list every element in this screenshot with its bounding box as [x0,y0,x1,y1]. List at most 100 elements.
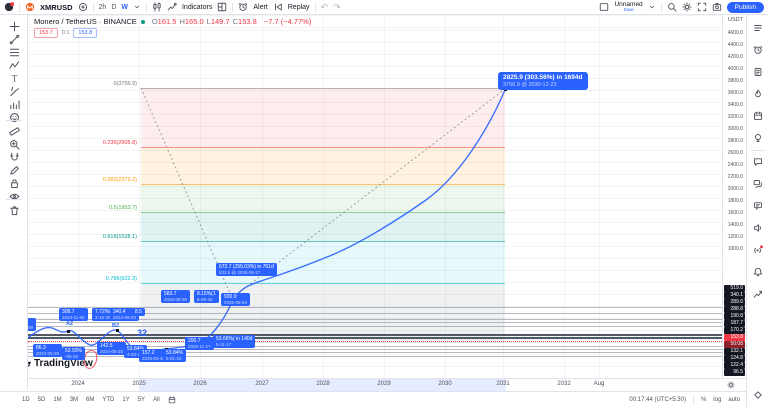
measure[interactable] [8,125,20,137]
emoji[interactable] [8,111,20,123]
search-icon[interactable] [667,2,677,12]
price-line[interactable] [28,326,722,327]
replay-button[interactable]: Replay [288,4,310,11]
live-streams[interactable] [752,244,764,256]
price-line[interactable] [28,337,722,339]
remove-drawings[interactable] [8,204,20,216]
range-button[interactable]: 1D [22,397,30,403]
chart-label[interactable]: 8.5 [132,308,145,316]
magnet[interactable] [8,151,20,163]
interval-button[interactable]: W [121,4,128,11]
hotlists[interactable] [752,88,764,100]
chart-label[interactable]: 53.93% -05-29 [62,347,85,360]
fib-level-line[interactable] [141,212,505,213]
calendar[interactable] [752,110,764,122]
symbol-title[interactable]: Monero / TetherUS · BINANCE [34,17,137,26]
pivot-marker[interactable] [116,329,119,332]
chart-label[interactable]: 308.7 2023-11-06 [59,308,88,321]
wave-label[interactable]: A2 [66,321,73,327]
chart-label[interactable]: 8.15%(1 5-09-30 [194,290,219,303]
chart-label[interactable]: 200.7 2025-11-17 [185,337,214,350]
ideas[interactable] [752,132,764,144]
buy-button[interactable]: 153.8 [73,28,97,38]
chat[interactable] [752,156,764,168]
log-scale-button[interactable]: log [713,397,721,403]
forecast[interactable] [8,98,20,110]
sell-button[interactable]: 153.7 [34,28,58,38]
hide-drawings[interactable] [8,190,20,202]
trend-line[interactable] [8,33,20,45]
lock-drawings[interactable] [8,177,20,189]
undo-button[interactable]: ↶ [321,3,329,12]
interval-button[interactable]: 2h [99,4,107,11]
range-button[interactable]: 5D [38,397,46,403]
price-line[interactable] [28,341,722,342]
range-button[interactable]: YTD [102,397,114,403]
compare-add-icon[interactable] [78,2,88,12]
layout-select-icon[interactable] [599,2,609,12]
wave-label[interactable]: B2 [112,323,119,329]
draw[interactable] [8,164,20,176]
range-button[interactable]: 6M [86,397,94,403]
fib-level-line[interactable] [141,283,505,284]
publish-button[interactable]: Publish [727,2,764,13]
drawing-tool[interactable] [6,199,22,200]
symbol-search-button[interactable]: XMRUSD [40,3,73,12]
alerts[interactable] [752,44,764,56]
fib-level-line[interactable] [141,241,505,242]
range-button[interactable]: 1M [53,397,61,403]
chart-style-icon[interactable] [152,2,162,12]
pivot-marker[interactable] [67,330,70,333]
crosshair[interactable] [8,20,20,32]
zoom-in[interactable] [8,138,20,150]
screenshot-camera-icon[interactable] [712,2,722,12]
private-chats[interactable] [752,178,764,190]
pitchfork[interactable] [8,85,20,97]
auto-scale-button[interactable]: auto [728,397,740,403]
text-tool[interactable]: T [8,72,20,84]
settings-gear-icon[interactable] [682,2,692,12]
fullscreen-icon[interactable] [697,2,707,12]
price-line[interactable] [28,334,722,336]
comments[interactable] [752,200,764,212]
sidebar-tool[interactable] [751,150,765,151]
notes[interactable] [752,66,764,78]
time-axis[interactable]: 2023202420252026202720282029203020312032… [0,378,746,391]
clock[interactable]: 00:17:44 (UTC+5:30) [629,397,686,403]
watchlist[interactable] [752,22,764,34]
chevron-down-icon[interactable] [648,3,656,11]
chart-label[interactable]: 53.66%( in 140d 5-11-17 [213,335,255,348]
axis-settings-gear-icon[interactable] [727,381,735,389]
save-button[interactable]: Save [623,8,633,13]
premium[interactable] [752,389,764,401]
wave-label[interactable]: 32 [137,328,147,338]
chart-label[interactable]: 930.9 2026-05-04 [221,293,250,306]
layout-name[interactable]: Unnamed Save [614,2,642,13]
drawing-tool[interactable] [6,120,22,121]
chart-label[interactable]: 2825.9 (303.56%) in 1694d 3756.9 @ 2030-… [498,72,588,90]
bell[interactable] [752,266,764,278]
fib-level-line[interactable] [141,184,505,185]
price-line[interactable] [28,322,722,323]
price-axis[interactable]: USDT 4600.04400.04200.04000.03800.03600.… [722,15,746,378]
range-button[interactable]: 5Y [138,397,145,403]
fib-retracement[interactable] [8,46,20,58]
range-button[interactable]: 3M [70,397,78,403]
markets[interactable] [752,288,764,300]
percent-scale-button[interactable]: % [701,397,706,403]
fib-level-line[interactable] [141,88,505,89]
alert-button[interactable]: Alert [253,4,267,11]
pattern[interactable] [8,59,20,71]
chart-label[interactable]: 142.5 2024-05-25 [97,342,126,355]
currency-label[interactable]: USDT [723,17,743,23]
redo-button[interactable]: ↷ [333,3,341,12]
indicators-button[interactable]: Indicators [182,4,212,11]
range-button[interactable]: 1Y [122,397,129,403]
fib-level-line[interactable] [141,147,505,148]
chart-label[interactable]: 86.3 2023-05-29 [33,344,62,357]
chart-label[interactable]: 53.84% 5-01-22 [163,349,186,362]
interval-button[interactable]: D [111,4,116,11]
notifications[interactable] [752,222,764,234]
chevron-down-icon[interactable] [133,3,141,11]
layout-grid-icon[interactable] [217,2,227,12]
